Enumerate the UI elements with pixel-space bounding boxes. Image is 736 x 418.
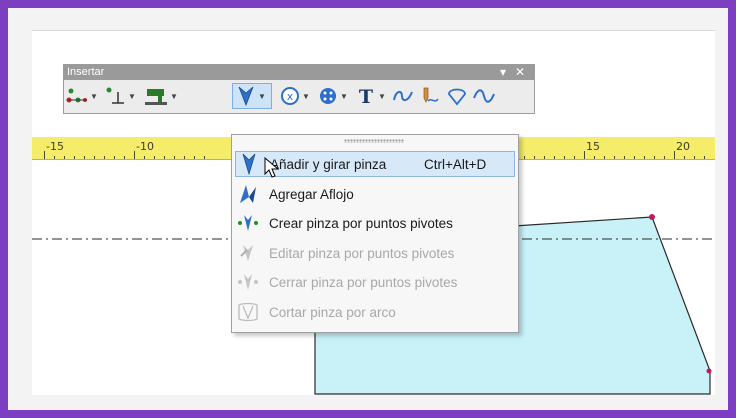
insert-buttonhole-button[interactable]: ▼ (318, 83, 348, 109)
chevron-down-icon[interactable]: ▼ (302, 92, 310, 101)
ruler-label: -10 (136, 140, 154, 153)
perpendicular-icon (106, 87, 124, 104)
create-pivot-dart-icon (236, 211, 260, 235)
ruler-label: -15 (46, 140, 64, 153)
menu-grip[interactable] (344, 139, 404, 143)
shape-icon (448, 88, 466, 106)
insert-curve-button[interactable] (472, 83, 496, 109)
menu-item-add-ease[interactable]: Agregar Aflojo (235, 181, 515, 207)
chevron-down-icon[interactable]: ▼ (128, 92, 136, 101)
mouse-cursor-icon (264, 157, 280, 178)
text-icon: T (359, 86, 373, 106)
chevron-down-icon[interactable]: ▼ (378, 92, 386, 101)
insert-toolbar[interactable]: Insertar ▾ ✕ ▼ ▼ ▼ ▼ x ▼ ▼ T ▼ (63, 64, 535, 114)
cut-arc-dart-icon (236, 300, 260, 324)
dart-icon (238, 86, 254, 107)
add-ease-icon (236, 182, 260, 206)
toolbar-titlebar[interactable]: Insertar ▾ ✕ (64, 65, 534, 80)
insert-shape-button[interactable] (446, 83, 468, 109)
menu-item-label: Cerrar pinza por puntos pivotes (269, 274, 458, 290)
menu-item-label: Cortar pinza por arco (269, 304, 396, 320)
ruler-label: 15 (586, 140, 600, 153)
edit-pivot-dart-icon (236, 241, 260, 265)
points-icon (66, 88, 87, 103)
chevron-down-icon[interactable]: ▼ (90, 92, 98, 101)
svg-text:T: T (359, 86, 373, 106)
menu-item-cut-arc-dart: Cortar pinza por arco (235, 299, 515, 325)
insert-button-button[interactable]: x ▼ (280, 83, 310, 109)
menu-item-close-pivot-dart: Cerrar pinza por puntos pivotes (235, 269, 515, 295)
chevron-down-icon[interactable]: ▼ (170, 92, 178, 101)
toolbar-title: Insertar (67, 66, 105, 78)
insert-text-button[interactable]: T ▼ (356, 83, 386, 109)
pattern-vertex (706, 368, 712, 374)
sewing-machine-icon (145, 89, 167, 105)
chevron-down-icon[interactable]: ▼ (258, 92, 266, 101)
button-icon: x (281, 87, 299, 105)
insert-points-button[interactable]: ▼ (66, 83, 98, 109)
ruler-label: 20 (676, 140, 690, 153)
svg-text:x: x (287, 90, 294, 103)
menu-item-label: Añadir y girar pinza (270, 156, 387, 172)
insert-dart-button[interactable]: ▼ (232, 83, 272, 109)
video-frame: -15 -10 10 15 20 Insertar ▾ ✕ ▼ (8, 8, 728, 410)
menu-item-label: Editar pinza por puntos pivotes (269, 245, 455, 261)
wave-icon (473, 89, 495, 103)
insert-perpendicular-button[interactable]: ▼ (104, 83, 136, 109)
menu-item-create-pivot-dart[interactable]: Crear pinza por puntos pivotes (235, 210, 515, 236)
menu-item-shortcut: Ctrl+Alt+D (424, 156, 487, 172)
insert-seam-button[interactable]: ▼ (144, 83, 178, 109)
close-pivot-dart-icon (236, 270, 260, 294)
close-icon[interactable]: ✕ (515, 65, 525, 79)
rotate-dart-icon (237, 152, 261, 176)
curve-text-icon (393, 90, 413, 102)
menu-item-label: Agregar Aflojo (269, 186, 354, 202)
chevron-down-icon[interactable]: ▼ (340, 92, 348, 101)
insert-curve-text-button[interactable] (392, 83, 414, 109)
menu-item-label: Crear pinza por puntos pivotes (269, 215, 453, 231)
cad-workspace: -15 -10 10 15 20 Insertar ▾ ✕ ▼ (32, 30, 715, 395)
buttonhole-icon (320, 88, 336, 104)
insert-freehand-button[interactable] (418, 83, 440, 109)
pattern-vertex (649, 214, 655, 220)
pencil-icon (423, 87, 439, 103)
menu-item-edit-pivot-dart: Editar pinza por puntos pivotes (235, 240, 515, 266)
pin-icon[interactable]: ▾ (500, 65, 506, 79)
